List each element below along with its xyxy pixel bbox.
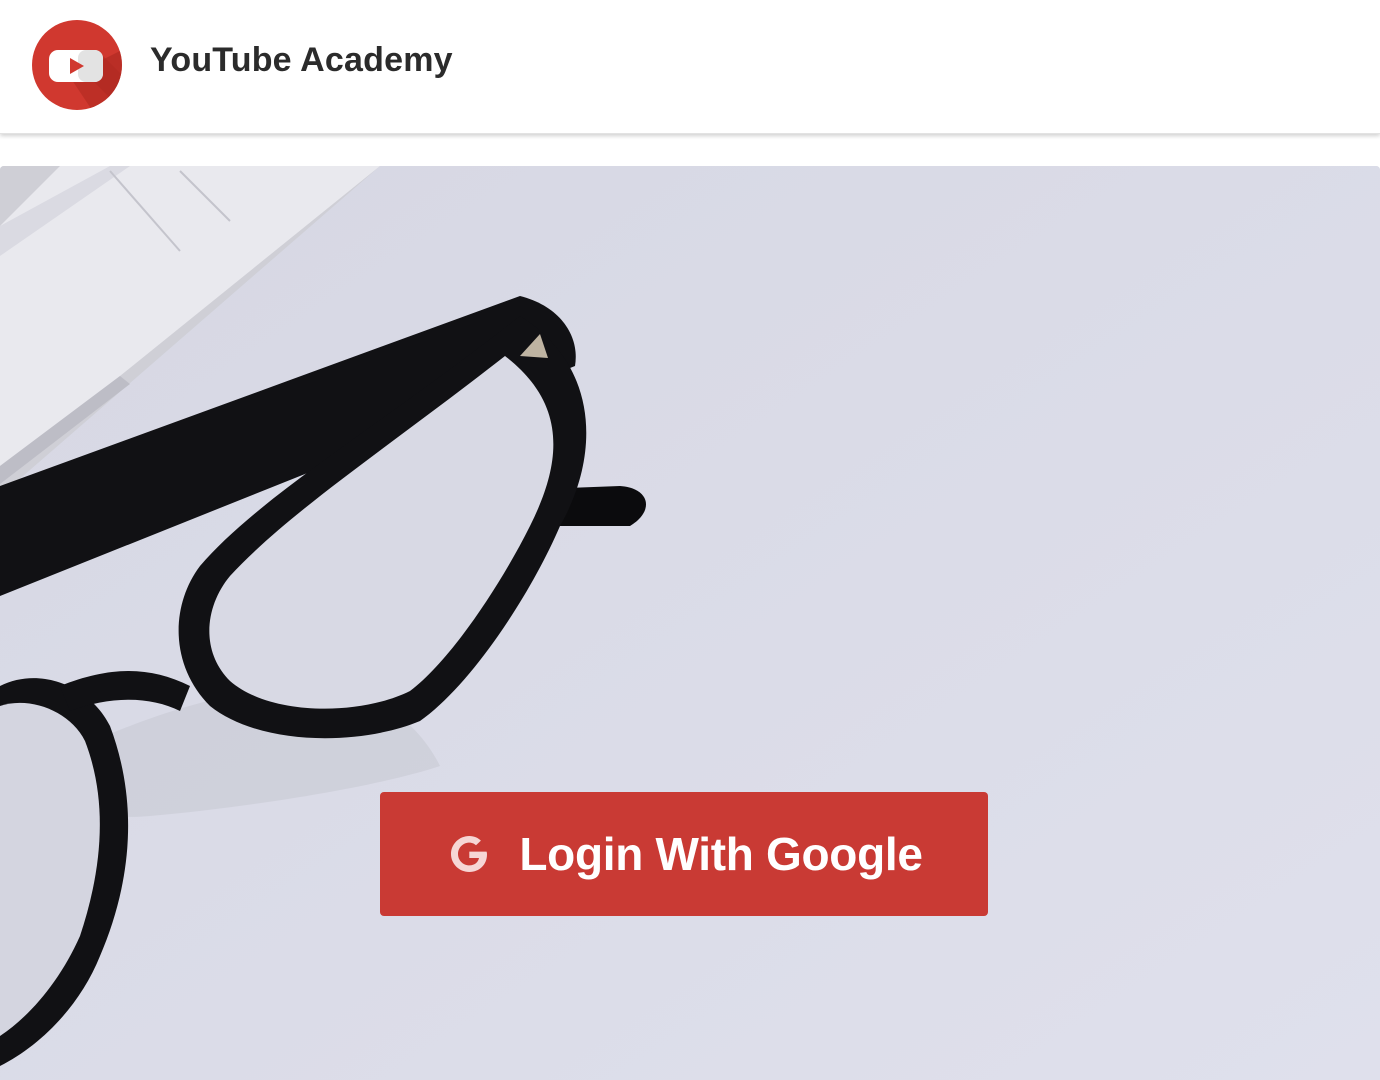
top-header: YouTube Academy	[0, 0, 1380, 134]
login-button-label: Login With Google	[519, 828, 923, 880]
brand-title[interactable]: YouTube Academy	[150, 38, 453, 82]
glasses-background-image	[0, 166, 1380, 1080]
google-g-icon	[451, 836, 488, 872]
youtube-logo-icon[interactable]	[32, 20, 122, 110]
login-with-google-button[interactable]: Login With Google	[380, 792, 988, 916]
hero-section: Login With Google	[0, 166, 1380, 1080]
